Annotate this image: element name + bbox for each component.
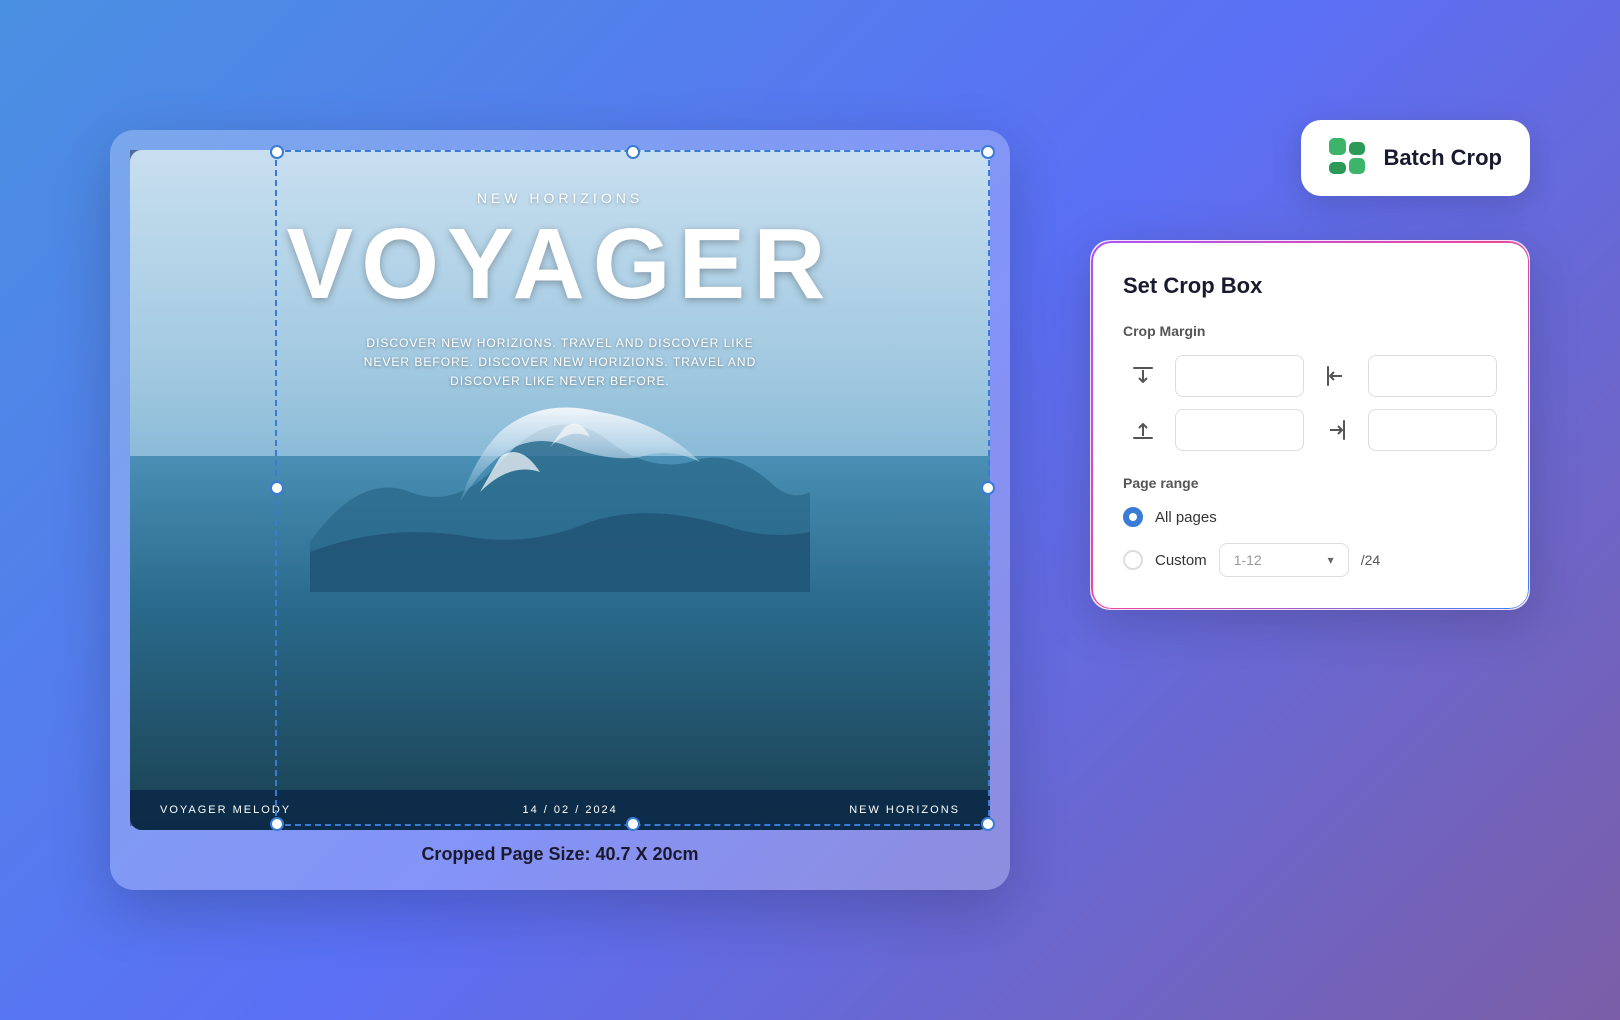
custom-radio[interactable] <box>1123 550 1143 570</box>
pdf-text-overlay: NEW HORIZIONS VOYAGER DISCOVER NEW HORIZ… <box>130 150 990 830</box>
batch-crop-icon <box>1329 138 1369 178</box>
margin-left-input[interactable]: 2.6(cm) ▲ ▼ <box>1368 355 1497 397</box>
pdf-preview-card: NEW HORIZIONS VOYAGER DISCOVER NEW HORIZ… <box>110 130 1010 890</box>
margin-right-input[interactable]: 2.6(cm) ▲ ▼ <box>1368 409 1497 451</box>
margin-top-field[interactable]: 2.4(cm) <box>1176 368 1304 384</box>
main-container: NEW HORIZIONS VOYAGER DISCOVER NEW HORIZ… <box>110 80 1510 940</box>
page-range-section: Page range All pages Custom 1-12 ▾ /24 <box>1123 475 1497 577</box>
batch-crop-label: Batch Crop <box>1383 145 1502 171</box>
cropped-page-size: Cropped Page Size: 40.7 X 20cm <box>130 844 990 865</box>
custom-label: Custom <box>1155 552 1207 569</box>
panel-title: Set Crop Box <box>1123 273 1497 299</box>
margin-top-input[interactable]: 2.4(cm) ▲ ▼ <box>1175 355 1304 397</box>
radio-inner <box>1129 513 1137 521</box>
margin-left-icon <box>1316 364 1356 388</box>
all-pages-row[interactable]: All pages <box>1123 507 1497 527</box>
chevron-down-icon: ▾ <box>1328 553 1334 567</box>
pdf-footer-left: VOYAGER MELODY <box>160 804 291 816</box>
page-range-label: Page range <box>1123 475 1497 491</box>
grid-cell-3 <box>1329 162 1346 175</box>
margin-left-field[interactable]: 2.6(cm) <box>1369 368 1497 384</box>
custom-range-placeholder: 1-12 <box>1234 552 1262 568</box>
margin-bottom-input[interactable]: 3.1(cm) ▲ ▼ <box>1175 409 1304 451</box>
grid-cell-2 <box>1349 142 1366 155</box>
crop-panel: Set Crop Box Crop Margin 2.4(cm) ▲ ▼ <box>1090 240 1530 610</box>
batch-crop-button[interactable]: Batch Crop <box>1301 120 1530 196</box>
margin-right-icon <box>1316 418 1356 442</box>
margin-bottom-icon <box>1123 418 1163 442</box>
pdf-description: DISCOVER NEW HORIZIONS. TRAVEL AND DISCO… <box>360 334 760 392</box>
pdf-title: VOYAGER <box>287 214 834 314</box>
pdf-subtitle: NEW HORIZIONS <box>477 190 643 206</box>
pdf-inner-content: NEW HORIZIONS VOYAGER DISCOVER NEW HORIZ… <box>130 150 990 830</box>
margin-bottom-field[interactable]: 3.1(cm) <box>1176 422 1304 438</box>
custom-row[interactable]: Custom 1-12 ▾ /24 <box>1123 543 1497 577</box>
all-pages-radio[interactable] <box>1123 507 1143 527</box>
crop-margin-grid: 2.4(cm) ▲ ▼ 2.6(cm) ▲ ▼ <box>1123 355 1497 451</box>
custom-range-input[interactable]: 1-12 ▾ <box>1219 543 1349 577</box>
margin-right-field[interactable]: 2.6(cm) <box>1369 422 1497 438</box>
pdf-footer: VOYAGER MELODY 14 / 02 / 2024 NEW HORIZO… <box>130 790 990 830</box>
margin-top-icon <box>1123 364 1163 388</box>
crop-margin-label: Crop Margin <box>1123 323 1497 339</box>
all-pages-label: All pages <box>1155 509 1217 526</box>
grid-cell-1 <box>1329 138 1346 155</box>
pdf-footer-right: NEW HORIZONS <box>849 804 960 816</box>
batch-crop-icon-grid <box>1329 138 1365 174</box>
pdf-footer-center: 14 / 02 / 2024 <box>523 804 618 816</box>
grid-cell-4 <box>1349 158 1366 175</box>
total-pages: /24 <box>1361 552 1380 568</box>
